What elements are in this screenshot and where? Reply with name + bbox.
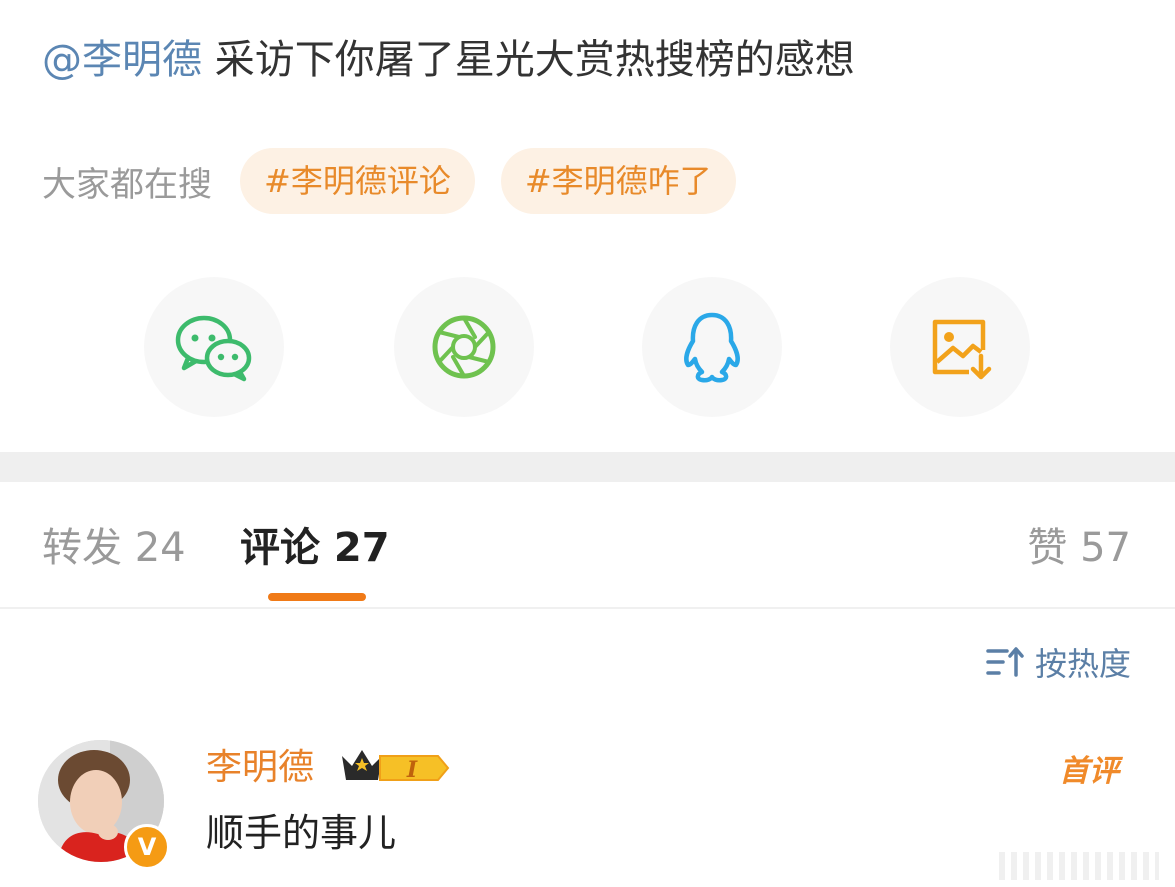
sort-by-hot-button[interactable]: 按热度 [985,638,1131,686]
sort-icon [986,647,1024,677]
trending-search-row: 大家都在搜 #李明德评论 #李明德咋了 [42,148,762,214]
first-comment-badge: 首评 [1059,754,1119,789]
share-wechat-button[interactable] [144,277,284,417]
sort-label: 按热度 [1034,645,1131,683]
search-label: 大家都在搜 [42,164,212,205]
share-qq-button[interactable] [642,277,782,417]
comment-text: 顺手的事儿 [206,811,397,855]
share-moments-button[interactable] [394,277,534,417]
moments-icon [432,315,496,379]
scroll-indicator [999,852,1159,880]
search-tag-2[interactable]: #李明德咋了 [500,148,736,214]
active-tab-indicator [268,593,366,601]
tab-repost[interactable]: 转发 24 [42,520,186,576]
section-divider [0,452,1175,482]
comment-author-name[interactable]: 李明德 [206,744,314,792]
qq-icon [684,312,740,383]
save-image-icon [932,319,992,380]
search-tag-1[interactable]: #李明德评论 [240,148,475,214]
tab-comment[interactable]: 评论 27 [240,520,390,576]
member-crown-icon: I [342,750,450,783]
wechat-icon [175,315,252,382]
mention-link[interactable]: @李明德 [42,37,202,83]
post-text: @李明德 采访下你屠了星光大赏热搜榜的感想 [42,32,855,88]
verified-badge: V [124,824,170,870]
member-level: I [406,757,418,783]
tabs-divider [0,607,1175,609]
save-image-button[interactable] [890,277,1030,417]
post-body: 采访下你屠了星光大赏热搜榜的感想 [202,37,855,83]
tab-like[interactable]: 赞 57 [1027,520,1131,576]
